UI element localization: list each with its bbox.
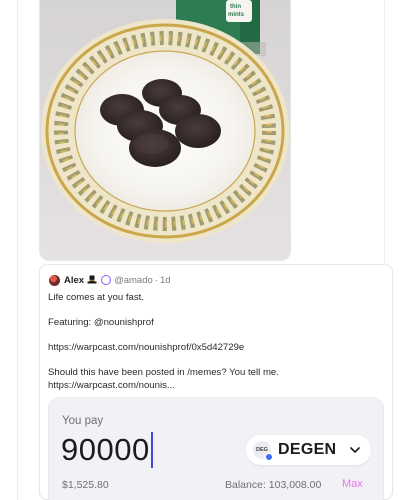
cast-age: 1d [159,274,171,286]
token-logo-text: DEG [256,447,268,453]
top-hat-icon [87,275,97,284]
verified-ring-icon [101,275,112,285]
token-balance: Balance: 103,008.00 [225,479,322,491]
feed-column: thin mints Alex @amado · 1d Life comes a… [0,0,401,500]
cast-link-truncated[interactable]: https://warpcast.com/nounis... [48,380,384,393]
pay-amount-input[interactable]: 90000 [61,432,153,468]
svg-text:mints: mints [228,12,245,18]
author-name[interactable]: Alex [64,275,84,286]
chevron-down-icon [350,447,360,453]
text-caret [150,432,153,468]
degen-token-icon: DEG [253,441,273,461]
avatar[interactable] [49,274,60,286]
usd-value: $1,525.80 [62,479,109,491]
quoted-cast-text: Life comes at you fast. Featuring: @noun… [48,292,384,392]
token-select-button[interactable]: DEG DEGEN [246,435,371,465]
cast-line: Life comes at you fast. [48,292,144,303]
cast-line: Should this have been posted in /memes? … [48,367,279,378]
author-handle[interactable]: @amado [114,275,153,286]
quoted-cast-header: Alex @amado · 1d [49,270,171,290]
max-button[interactable]: Max [342,478,363,490]
swap-pay-panel: You pay 90000 DEG DEGEN $1,525.80 Balanc… [48,397,384,500]
cast-link[interactable]: https://warpcast.com/nounishprof/0x5d427… [48,342,384,355]
thread-line [17,0,18,500]
chain-badge-icon [265,453,273,461]
you-pay-label: You pay [62,415,104,427]
token-symbol: DEGEN [278,441,337,458]
pay-amount-value[interactable]: 90000 [61,432,150,468]
svg-text:thin: thin [230,4,241,10]
cast-line-mention[interactable]: Featuring: @nounishprof [48,317,384,330]
cast-image[interactable]: thin mints [39,0,291,261]
separator-dot: · [154,274,158,286]
